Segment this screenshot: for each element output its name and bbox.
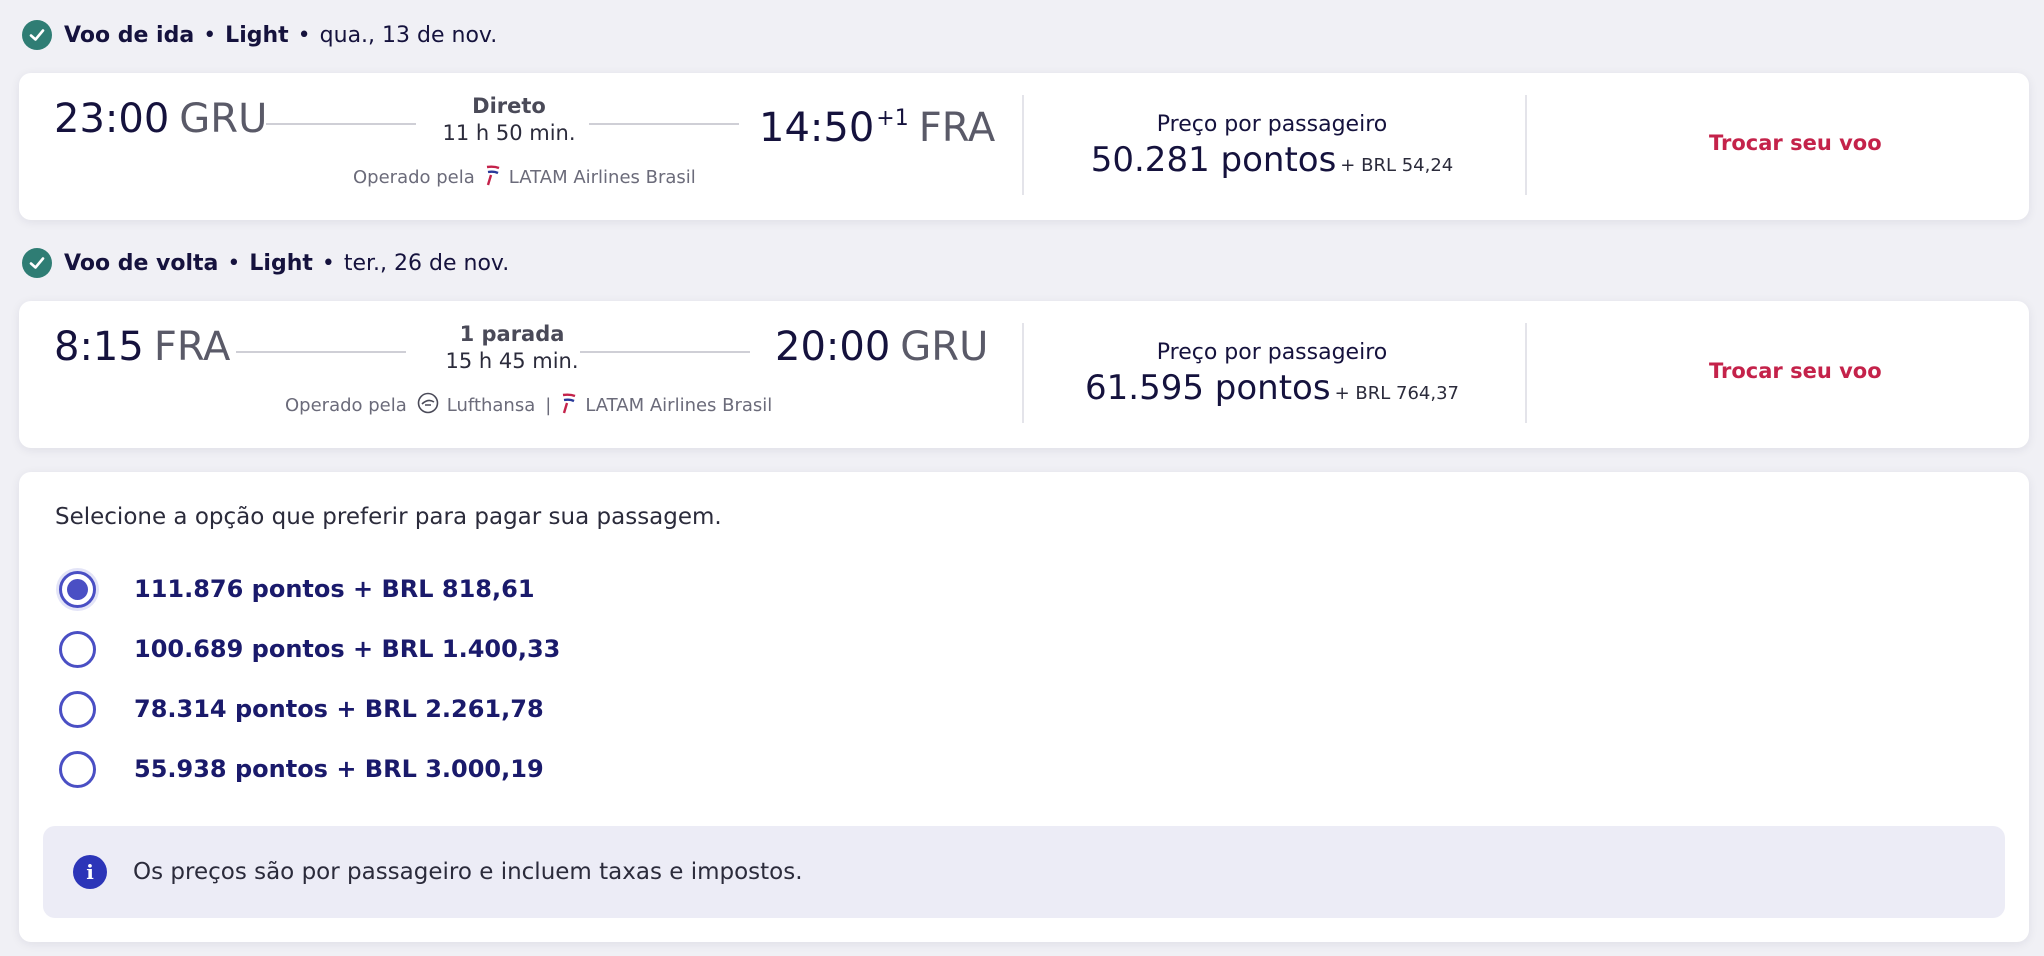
inbound-stops-info: 1 parada 15 h 45 min. [412, 321, 612, 375]
lufthansa-logo-icon [417, 392, 439, 419]
airline-name: LATAM Airlines Brasil [585, 394, 773, 416]
latam-logo-icon [561, 392, 577, 419]
inbound-fare: Light [249, 250, 313, 276]
arrival-airport: FRA [918, 105, 996, 151]
divider [1525, 95, 1527, 195]
outbound-stops-info: Direto 11 h 50 min. [424, 93, 594, 147]
price-brl: + BRL 764,37 [1334, 383, 1459, 404]
payment-option-2[interactable]: 100.689 pontos + BRL 1.400,33 [59, 629, 560, 669]
inbound-date: ter., 26 de nov. [343, 250, 510, 276]
inbound-flight-card: 8:15 FRA 1 parada 15 h 45 min. 20:00 GRU O… [19, 301, 2029, 448]
departure-time: 23:00 [54, 96, 170, 142]
departure-time: 8:15 [54, 324, 144, 370]
price-points: 61.595 pontos [1085, 368, 1331, 408]
inbound-title: Voo de volta [64, 250, 219, 276]
flight-summary-page: Voo de ida • Light • qua., 13 de nov. 23… [0, 0, 2044, 956]
outbound-fare: Light [225, 22, 289, 48]
operated-label: Operado pela [353, 166, 475, 188]
arrival-time: 20:00 [775, 324, 891, 370]
radio-button[interactable] [59, 750, 96, 788]
outbound-title: Voo de ida [64, 22, 195, 48]
stops-label: 1 parada [459, 322, 565, 346]
outbound-price: Preço por passageiro 50.281 pontos + BRL … [1022, 111, 1522, 181]
payment-option-4[interactable]: 55.938 pontos + BRL 3.000,19 [59, 749, 544, 789]
arrival-time: 14:50 [759, 105, 875, 151]
price-points: 50.281 pontos [1090, 140, 1337, 180]
payment-option-1[interactable]: 111.876 pontos + BRL 818,61 [59, 569, 535, 609]
inbound-price: Preço por passageiro 61.595 pontos + BRL … [1022, 339, 1522, 409]
route-line [580, 351, 750, 353]
radio-button[interactable] [59, 630, 96, 668]
operated-label: Operado pela [285, 394, 407, 416]
inbound-header: Voo de volta • Light • ter., 26 de nov. [22, 247, 509, 279]
outbound-date: qua., 13 de nov. [319, 22, 498, 48]
check-circle-icon [22, 248, 52, 278]
payment-title: Selecione a opção que preferir para paga… [55, 504, 722, 530]
payment-option-3[interactable]: 78.314 pontos + BRL 2.261,78 [59, 689, 544, 729]
day-offset: +1 [876, 106, 909, 131]
airline-separator: | [545, 394, 552, 416]
info-text: Os preços são por passageiro e incluem t… [133, 859, 803, 885]
route-line [589, 123, 739, 125]
airline-lufthansa: Lufthansa [417, 392, 535, 419]
inbound-arrival: 20:00 GRU [775, 323, 988, 371]
latam-logo-icon [485, 164, 501, 191]
airline-latam: LATAM Airlines Brasil [561, 392, 772, 419]
change-outbound-flight-link[interactable]: Trocar seu voo [1709, 131, 1882, 155]
operated-by: Operado pela LATAM Airlines Brasil [353, 164, 696, 191]
price-label: Preço por passageiro [1156, 112, 1388, 137]
outbound-departure: 23:00 GRU [54, 95, 267, 143]
route-line [236, 351, 406, 353]
payment-option-label: 55.938 pontos + BRL 3.000,19 [134, 755, 544, 783]
inbound-departure: 8:15 FRA [54, 323, 230, 371]
airline-name: LATAM Airlines Brasil [508, 166, 696, 188]
airline-latam: LATAM Airlines Brasil [485, 164, 696, 191]
route-line [266, 123, 416, 125]
radio-button-selected[interactable] [59, 570, 96, 608]
stops-label: Direto [472, 94, 546, 118]
departure-airport: GRU [179, 96, 268, 142]
payment-options-card: Selecione a opção que preferir para paga… [19, 472, 2029, 942]
outbound-flight-card: 23:00 GRU Direto 11 h 50 min. 14:50+1 FRA … [19, 73, 2029, 220]
outbound-arrival: 14:50+1 FRA [759, 95, 995, 152]
duration-label: 11 h 50 min. [442, 121, 576, 145]
price-label: Preço por passageiro [1156, 340, 1388, 365]
check-circle-icon [22, 20, 52, 50]
divider [1525, 323, 1527, 423]
airline-name: Lufthansa [446, 394, 536, 416]
price-brl: + BRL 54,24 [1340, 155, 1454, 176]
radio-button[interactable] [59, 690, 96, 728]
payment-option-label: 111.876 pontos + BRL 818,61 [134, 575, 535, 603]
info-notice: i Os preços são por passageiro e incluem… [43, 826, 2005, 918]
payment-option-label: 78.314 pontos + BRL 2.261,78 [134, 695, 544, 723]
change-inbound-flight-link[interactable]: Trocar seu voo [1709, 359, 1882, 383]
operated-by: Operado pela Lufthansa | LATAM Airlines … [285, 392, 772, 419]
arrival-airport: GRU [900, 324, 989, 370]
outbound-header: Voo de ida • Light • qua., 13 de nov. [22, 19, 497, 51]
payment-option-label: 100.689 pontos + BRL 1.400,33 [134, 635, 561, 663]
info-icon: i [73, 855, 107, 889]
departure-airport: FRA [153, 324, 231, 370]
